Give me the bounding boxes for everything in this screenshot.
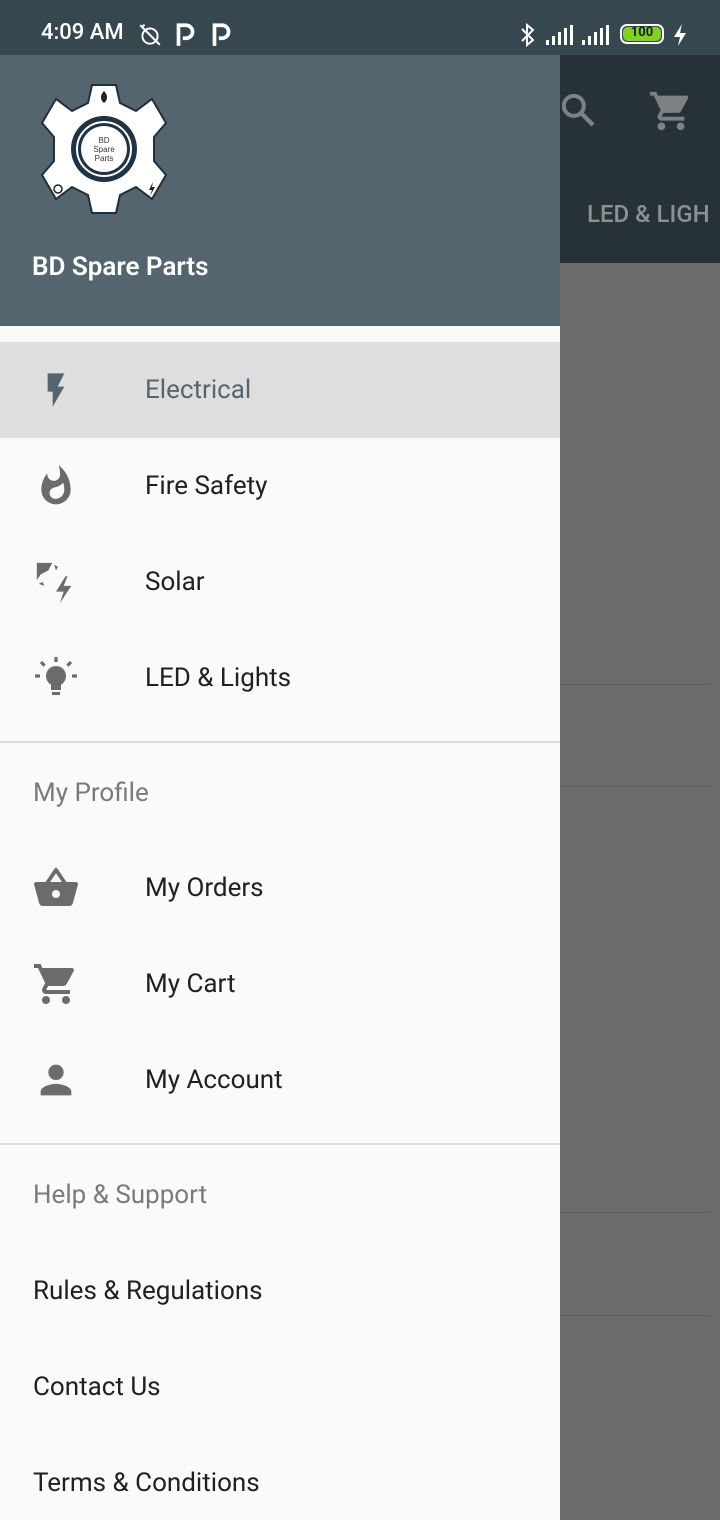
cart-icon xyxy=(32,960,80,1008)
brand-logo: BD Spare Parts xyxy=(40,84,168,214)
nav-item-label: LED & Lights xyxy=(145,663,292,693)
search-icon xyxy=(561,93,595,127)
nav-item-led-lights[interactable]: LED & Lights xyxy=(0,630,560,726)
nav-item-my-cart[interactable]: My Cart xyxy=(0,936,560,1032)
nav-item-my-orders[interactable]: My Orders xyxy=(0,840,560,936)
lightbulb-icon xyxy=(32,654,80,702)
nav-item-terms-conditions[interactable]: Terms & Conditions xyxy=(33,1468,260,1498)
battery-icon: 100 xyxy=(620,24,664,44)
parking-icon xyxy=(212,23,231,46)
logo-text: BD xyxy=(98,136,109,145)
battery-level: 100 xyxy=(630,25,654,40)
signal-icon xyxy=(546,25,573,45)
signal-icon xyxy=(582,25,609,45)
background-divider xyxy=(560,1315,710,1316)
background-tab-led-lights: LED & LIGH xyxy=(587,200,710,228)
nav-item-label: Solar xyxy=(145,567,205,597)
nav-item-label: My Cart xyxy=(145,969,236,999)
person-icon xyxy=(32,1056,80,1104)
nav-item-solar[interactable]: Solar xyxy=(0,534,560,630)
nav-item-label: Fire Safety xyxy=(145,471,268,501)
nav-item-label: My Orders xyxy=(145,873,264,903)
section-title-help-support: Help & Support xyxy=(33,1180,208,1210)
basket-icon xyxy=(32,864,80,912)
nav-item-electrical[interactable]: Electrical xyxy=(0,342,560,438)
bolt-icon xyxy=(32,366,80,414)
cart-icon xyxy=(649,91,689,131)
parking-icon xyxy=(176,23,195,46)
nav-item-fire-safety[interactable]: Fire Safety xyxy=(0,438,560,534)
alarm-off-icon xyxy=(139,23,161,46)
background-divider xyxy=(560,684,710,685)
charging-icon xyxy=(674,24,686,46)
navigation-drawer: BD Spare Parts BD Spare Parts Electrical… xyxy=(0,0,560,1520)
bluetooth-icon xyxy=(521,22,535,48)
nav-item-contact-us[interactable]: Contact Us xyxy=(33,1372,161,1402)
divider xyxy=(0,1143,560,1145)
nav-item-label: Electrical xyxy=(145,375,252,405)
logo-text: Parts xyxy=(95,154,114,163)
fire-icon xyxy=(32,462,80,510)
section-title-my-profile: My Profile xyxy=(33,778,149,808)
nav-item-rules-regulations[interactable]: Rules & Regulations xyxy=(33,1276,263,1306)
nav-item-label: My Account xyxy=(145,1065,283,1095)
solar-icon xyxy=(32,558,80,606)
logo-text: Spare xyxy=(93,145,115,154)
brand-name: BD Spare Parts xyxy=(32,252,209,282)
background-divider xyxy=(560,1212,710,1213)
nav-item-my-account[interactable]: My Account xyxy=(0,1032,560,1128)
divider xyxy=(0,741,560,743)
background-divider xyxy=(560,786,710,787)
status-bar: 4:09 AM 100 xyxy=(0,0,720,55)
status-time: 4:09 AM xyxy=(41,20,124,45)
